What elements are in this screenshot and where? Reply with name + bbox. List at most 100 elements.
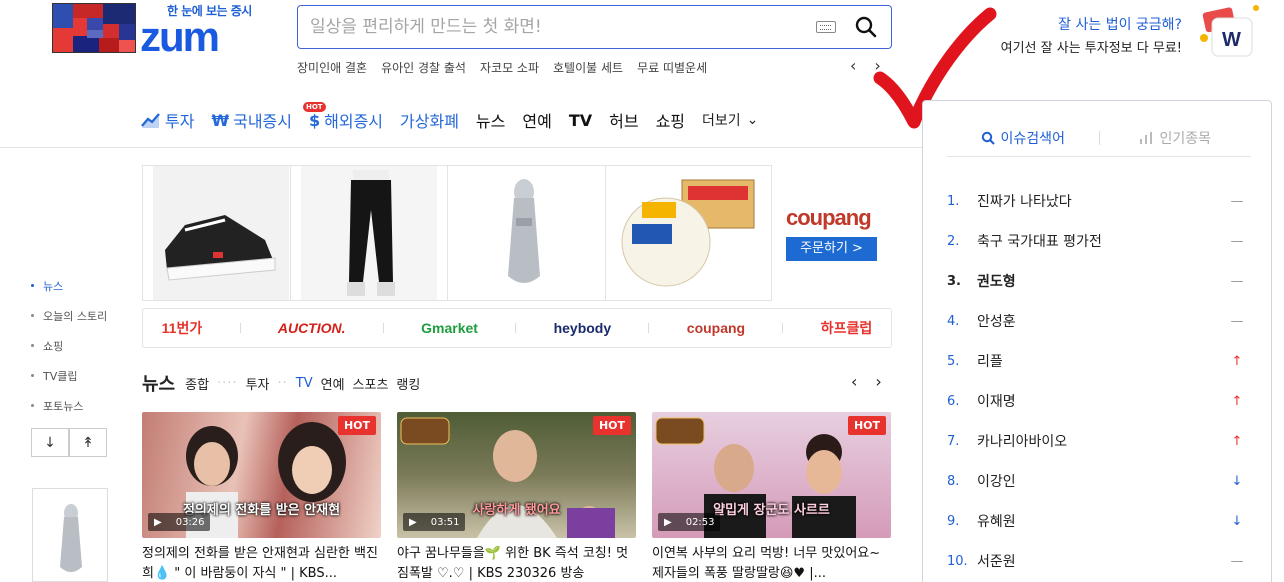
- play-icon: ▶: [154, 516, 162, 528]
- rank-item[interactable]: 10. 서준원 —: [947, 541, 1247, 581]
- chart-icon: [141, 113, 160, 128]
- video-thumbnail[interactable]: HOT 정의제의 전화를 받은 안재현 ▶ 03:26: [142, 412, 381, 538]
- rank-list: 1. 진짜가 나타났다 — 2. 축구 국가대표 평가전 — 3. 권도형 — 4. 안성훈 —…: [947, 181, 1247, 581]
- promo-line2: 여기선 잘 사는 투자정보 다 무료!: [1000, 41, 1182, 56]
- chevron-left-icon[interactable]: ‹: [851, 372, 857, 391]
- promo-line1: 잘 사는 법이 궁금해?: [1058, 17, 1182, 33]
- sidebar-item-shopping[interactable]: 쇼핑: [31, 338, 107, 368]
- video-card[interactable]: HOT 얄밉게 장군도 사르르 ▶ 02:53 이연복 사부의 요리 먹방! 너무…: [652, 412, 891, 582]
- sidebar-ad-thumbnail[interactable]: [32, 488, 108, 582]
- main-nav: 투자 ₩ 국내증시 $ 해외증시 가상화폐 뉴스 연예 TV 허브 쇼핑 더보기…: [141, 102, 775, 132]
- nav-item-news[interactable]: 뉴스: [476, 108, 505, 132]
- sidebar-item-photonews[interactable]: 포토뉴스: [31, 398, 107, 428]
- ad-product-sneaker[interactable]: [143, 166, 291, 300]
- video-title[interactable]: 야구 꿈나무들을🌱 위한 BK 즉석 코칭! 멋짐폭발 ♡.♡ | KBS 23…: [397, 544, 636, 582]
- search-input[interactable]: [310, 15, 790, 39]
- status-same-icon: —: [1230, 313, 1244, 329]
- bar-chart-icon: [1140, 131, 1153, 144]
- chevron-left-icon[interactable]: ‹: [850, 56, 856, 75]
- ad-product-rice[interactable]: [606, 166, 771, 300]
- sidebar-item-news[interactable]: 뉴스: [31, 278, 107, 308]
- shop-heybody[interactable]: heybody: [554, 320, 612, 336]
- tab-invest[interactable]: 투자: [246, 374, 270, 393]
- chevron-down-icon: ⌄: [746, 112, 759, 128]
- won-icon: ₩: [211, 110, 230, 130]
- hot-badge: HOT: [303, 102, 326, 112]
- ad-product-pants[interactable]: [291, 166, 449, 300]
- sidebar-item-tvclip[interactable]: TV클립: [31, 368, 107, 398]
- rank-item[interactable]: 3. 권도형 —: [947, 261, 1247, 301]
- shopping-partners: 11번가 AUCTION. Gmarket heybody coupang 하프…: [142, 308, 892, 348]
- zum-logo[interactable]: 한 눈에 보는 증시 zum: [52, 3, 257, 60]
- rank-item[interactable]: 1. 진짜가 나타났다 —: [947, 181, 1247, 221]
- play-icon: ▶: [409, 516, 417, 528]
- header-divider: [0, 147, 922, 148]
- rank-item[interactable]: 5. 리플 ↑: [947, 341, 1247, 381]
- tab-separator: ··: [277, 375, 288, 391]
- sidebar-item-story[interactable]: 오늘의 스토리: [31, 308, 107, 338]
- status-same-icon: —: [1230, 273, 1244, 289]
- nav-item-tv[interactable]: TV: [569, 111, 592, 130]
- video-duration: ▶ 02:53: [658, 513, 720, 531]
- promo-banner[interactable]: 잘 사는 법이 궁금해? 여기선 잘 사는 투자정보 다 무료!: [1001, 14, 1182, 56]
- tab-sports[interactable]: 스포츠: [353, 374, 389, 393]
- keyword-link[interactable]: 호텔이불 세트: [553, 59, 623, 76]
- shop-coupang[interactable]: coupang: [687, 320, 745, 336]
- arrow-up-icon: ↑: [1231, 433, 1243, 449]
- wallet-icon[interactable]: W: [1198, 2, 1260, 60]
- tab-general[interactable]: 종합: [185, 374, 209, 393]
- keyword-link[interactable]: 무료 띠별운세: [637, 59, 707, 76]
- video-title[interactable]: 정의제의 전화를 받은 안재현과 심란한 백진희💧 " 이 바람둥이 자식 " …: [142, 544, 381, 582]
- status-same-icon: —: [1230, 193, 1244, 209]
- rank-item[interactable]: 4. 안성훈 —: [947, 301, 1247, 341]
- rank-item[interactable]: 6. 이재명 ↑: [947, 381, 1247, 421]
- video-title[interactable]: 이연복 사부의 요리 먹방! 너무 맛있어요~ 제자들의 폭풍 딸랑딸랑😆♥ |…: [652, 544, 891, 582]
- news-nav: ‹ ›: [851, 372, 882, 391]
- video-card[interactable]: HOT 정의제의 전화를 받은 안재현 ▶ 03:26 정의제의 전화를 받은 안…: [142, 412, 381, 582]
- dollar-icon: $: [309, 110, 321, 130]
- ad-product-massager[interactable]: [448, 166, 606, 300]
- shop-11st[interactable]: 11번가: [162, 318, 203, 338]
- rank-item[interactable]: 9. 유혜원 ↓: [947, 501, 1247, 541]
- shop-auction[interactable]: AUCTION.: [278, 320, 346, 336]
- coupang-ad[interactable]: coupang 주문하기 >: [786, 205, 878, 261]
- nav-item-hub[interactable]: 허브: [609, 108, 638, 132]
- keyword-link[interactable]: 유아인 경찰 출석: [381, 59, 466, 76]
- ad-banner[interactable]: [142, 165, 772, 301]
- keyboard-icon[interactable]: [816, 21, 836, 33]
- nav-item-entertainment[interactable]: 연예: [522, 108, 551, 132]
- keyword-link[interactable]: 장미인애 결혼: [297, 59, 367, 76]
- play-icon: ▶: [664, 516, 672, 528]
- tab-ranking[interactable]: 랭킹: [396, 374, 420, 393]
- arrow-up-icon: ↑: [1231, 393, 1243, 409]
- rank-item[interactable]: 8. 이강인 ↓: [947, 461, 1247, 501]
- nav-item-shopping[interactable]: 쇼핑: [656, 108, 685, 132]
- tab-entertainment[interactable]: 연예: [321, 374, 345, 393]
- shop-halfclub[interactable]: 하프클럽: [821, 318, 873, 338]
- logo-mosaic-icon: [52, 3, 136, 53]
- video-thumbnail[interactable]: HOT 사랑하게 됐어요 ▶ 03:51: [397, 412, 636, 538]
- sneaker-image: [165, 215, 276, 281]
- rank-item[interactable]: 7. 카나리아바이오 ↑: [947, 421, 1247, 461]
- tab-popular-stocks[interactable]: 인기종목: [1100, 128, 1252, 148]
- video-thumbnail[interactable]: HOT 얄밉게 장군도 사르르 ▶ 02:53: [652, 412, 891, 538]
- arrow-down-icon[interactable]: ↓: [31, 428, 69, 457]
- video-card[interactable]: HOT 사랑하게 됐어요 ▶ 03:51 야구 꿈나무들을🌱 위한 BK 즉석 코…: [397, 412, 636, 582]
- tab-tv[interactable]: TV: [296, 376, 313, 391]
- news-title: 뉴스: [142, 374, 176, 395]
- hot-badge: HOT: [337, 416, 376, 435]
- arrow-top-icon[interactable]: ↟: [69, 428, 107, 457]
- chevron-right-icon[interactable]: ›: [875, 372, 881, 391]
- order-button[interactable]: 주문하기 >: [786, 237, 877, 261]
- nav-more-button[interactable]: 더보기 ⌄: [702, 110, 758, 130]
- keyword-link[interactable]: 자코모 소파: [480, 59, 539, 76]
- tab-issue-keywords[interactable]: 이슈검색어: [947, 128, 1099, 148]
- video-duration: ▶ 03:51: [403, 513, 465, 531]
- nav-item-crypto[interactable]: 가상화폐: [400, 108, 459, 132]
- nav-item-domestic-stock[interactable]: ₩ 국내증시: [211, 108, 292, 132]
- rank-item[interactable]: 2. 축구 국가대표 평가전 —: [947, 221, 1247, 261]
- arrow-down-icon: ↓: [1231, 513, 1243, 529]
- shop-gmarket[interactable]: Gmarket: [421, 320, 478, 336]
- status-same-icon: —: [1230, 233, 1244, 249]
- nav-item-invest[interactable]: 투자: [141, 108, 194, 132]
